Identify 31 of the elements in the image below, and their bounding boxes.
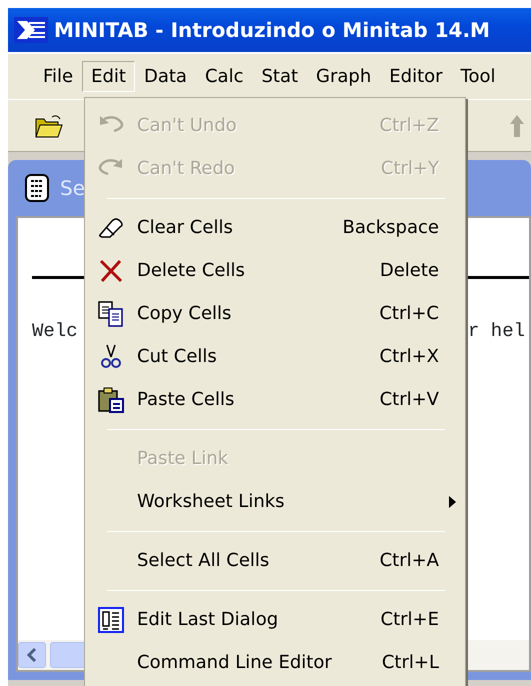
delete-icon [98,258,124,284]
menu-item[interactable]: Copy Cells Ctrl+C [85,292,465,335]
scissors-icon [98,344,124,370]
session-text: r hel [468,319,525,344]
menu-item[interactable]: Graph [307,60,380,92]
session-text: Welc [32,319,78,344]
menu-item[interactable]: Delete Cells Delete [85,249,465,292]
copy-icon [98,300,124,326]
menu-item[interactable]: Paste Cells Ctrl+V [85,378,465,421]
menu-item[interactable]: Select All Cells Ctrl+A [85,539,465,582]
menu-item[interactable]: Worksheet Links [85,480,465,523]
menu-item[interactable]: Clear Cells Backspace [85,206,465,249]
clipboard-icon [98,386,124,412]
scroll-left-button[interactable] [18,642,46,668]
menu-item[interactable]: Tool [452,60,505,92]
submenu-arrow-icon [448,496,456,508]
menu-item[interactable]: Cut Cells Ctrl+X [85,335,465,378]
open-folder-icon[interactable] [34,112,64,138]
menu-item[interactable]: Data [134,60,196,92]
dialog-icon [98,606,124,632]
menu-item[interactable]: Edit Last Dialog Ctrl+E [85,598,465,641]
session-icon [24,173,52,203]
menu-item[interactable]: File [34,60,82,92]
menu-item[interactable]: Calc [196,60,252,92]
menu-item[interactable]: Edit [82,60,135,92]
menu-item[interactable]: Command Line Editor Ctrl+L [85,641,465,684]
window-title: MINITAB - Introduzindo o Minitab 14.M [54,18,490,42]
menu-item[interactable]: Stat [252,60,308,92]
session-window-title: Se [60,175,85,202]
menu-item[interactable]: Editor [380,60,452,92]
app-logo-icon [14,17,48,43]
